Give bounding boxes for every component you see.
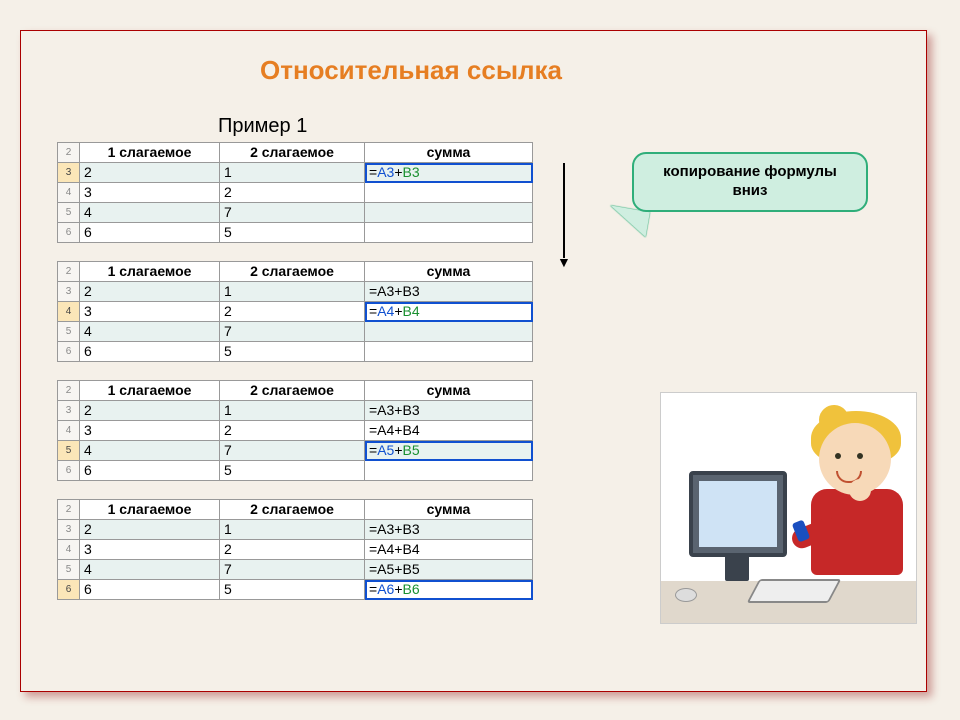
slide-subtitle: Пример 1: [218, 115, 307, 138]
column-header: 1 слагаемое: [80, 500, 220, 520]
cell-sum-formula: =A5+B5: [365, 441, 533, 461]
cell-sum-formula: =A3+B3: [365, 401, 533, 421]
cell-addend2: 2: [220, 183, 365, 203]
column-header: сумма: [365, 381, 533, 401]
row-number: 5: [58, 322, 80, 342]
cell-sum-formula: =A4+B4: [365, 302, 533, 322]
arrow-down-head: ▼: [557, 254, 571, 270]
cell-addend2: 5: [220, 461, 365, 481]
cell-addend1: 2: [80, 282, 220, 302]
row-number: 5: [58, 441, 80, 461]
slide-title: Относительная ссылка: [260, 55, 562, 86]
column-header: 2 слагаемое: [220, 381, 365, 401]
row-number: 2: [58, 143, 80, 163]
cell-addend1: 3: [80, 183, 220, 203]
cell-addend2: 1: [220, 282, 365, 302]
cell-addend2: 7: [220, 203, 365, 223]
spreadsheet-snapshot: 21 слагаемое2 слагаемоесумма321=A3+B3432…: [57, 261, 533, 362]
spreadsheet-snapshot: 21 слагаемое2 слагаемоесумма321=A3+B3432…: [57, 499, 533, 600]
tables-container: 21 слагаемое2 слагаемоесумма321=A3+B3432…: [57, 142, 532, 618]
row-number: 6: [58, 580, 80, 600]
cell-sum-formula: [365, 203, 533, 223]
column-header: 2 слагаемое: [220, 143, 365, 163]
row-number: 5: [58, 560, 80, 580]
row-number: 3: [58, 520, 80, 540]
row-number: 6: [58, 461, 80, 481]
cell-sum-formula: =A6+B6: [365, 580, 533, 600]
cell-addend1: 6: [80, 461, 220, 481]
cell-addend1: 3: [80, 540, 220, 560]
spreadsheet-snapshot: 21 слагаемое2 слагаемоесумма321=A3+B3432…: [57, 142, 533, 243]
cell-addend2: 7: [220, 441, 365, 461]
row-number: 6: [58, 342, 80, 362]
cell-addend2: 2: [220, 540, 365, 560]
cell-sum-formula: =A3+B3: [365, 282, 533, 302]
cell-sum-formula: =A4+B4: [365, 421, 533, 441]
cell-addend1: 2: [80, 401, 220, 421]
cell-addend2: 5: [220, 342, 365, 362]
cell-addend1: 6: [80, 342, 220, 362]
boy-computer-illustration: [660, 392, 917, 624]
column-header: сумма: [365, 500, 533, 520]
cell-addend2: 7: [220, 322, 365, 342]
column-header: 1 слагаемое: [80, 381, 220, 401]
column-header: 2 слагаемое: [220, 500, 365, 520]
cell-sum-formula: =A5+B5: [365, 560, 533, 580]
cell-addend1: 3: [80, 421, 220, 441]
copy-callout-text: копирование формулы вниз: [663, 163, 837, 201]
cell-addend1: 6: [80, 223, 220, 243]
row-number: 2: [58, 262, 80, 282]
cell-addend2: 1: [220, 520, 365, 540]
cell-addend1: 2: [80, 520, 220, 540]
copy-callout: копирование формулы вниз: [632, 152, 868, 212]
cell-addend2: 7: [220, 560, 365, 580]
cell-addend2: 5: [220, 580, 365, 600]
spreadsheet-snapshot: 21 слагаемое2 слагаемоесумма321=A3+B3432…: [57, 380, 533, 481]
cell-sum-formula: [365, 183, 533, 203]
column-header: 2 слагаемое: [220, 262, 365, 282]
row-number: 4: [58, 540, 80, 560]
row-number: 3: [58, 163, 80, 183]
cell-addend1: 6: [80, 580, 220, 600]
cell-sum-formula: [365, 322, 533, 342]
row-number: 4: [58, 302, 80, 322]
column-header: сумма: [365, 262, 533, 282]
column-header: 1 слагаемое: [80, 143, 220, 163]
cell-addend2: 2: [220, 421, 365, 441]
row-number: 6: [58, 223, 80, 243]
row-number: 3: [58, 282, 80, 302]
row-number: 2: [58, 381, 80, 401]
cell-addend1: 4: [80, 560, 220, 580]
cell-sum-formula: [365, 223, 533, 243]
column-header: 1 слагаемое: [80, 262, 220, 282]
row-number: 3: [58, 401, 80, 421]
row-number: 4: [58, 183, 80, 203]
cell-addend2: 1: [220, 163, 365, 183]
cell-addend1: 4: [80, 322, 220, 342]
cell-addend1: 4: [80, 203, 220, 223]
cell-sum-formula: =A3+B3: [365, 520, 533, 540]
cell-sum-formula: =A3+B3: [365, 163, 533, 183]
row-number: 5: [58, 203, 80, 223]
cell-sum-formula: [365, 342, 533, 362]
arrow-down: [563, 163, 565, 258]
cell-addend2: 1: [220, 401, 365, 421]
cell-addend1: 2: [80, 163, 220, 183]
cell-sum-formula: [365, 461, 533, 481]
row-number: 4: [58, 421, 80, 441]
cell-sum-formula: =A4+B4: [365, 540, 533, 560]
column-header: сумма: [365, 143, 533, 163]
row-number: 2: [58, 500, 80, 520]
cell-addend1: 4: [80, 441, 220, 461]
cell-addend2: 2: [220, 302, 365, 322]
cell-addend2: 5: [220, 223, 365, 243]
cell-addend1: 3: [80, 302, 220, 322]
